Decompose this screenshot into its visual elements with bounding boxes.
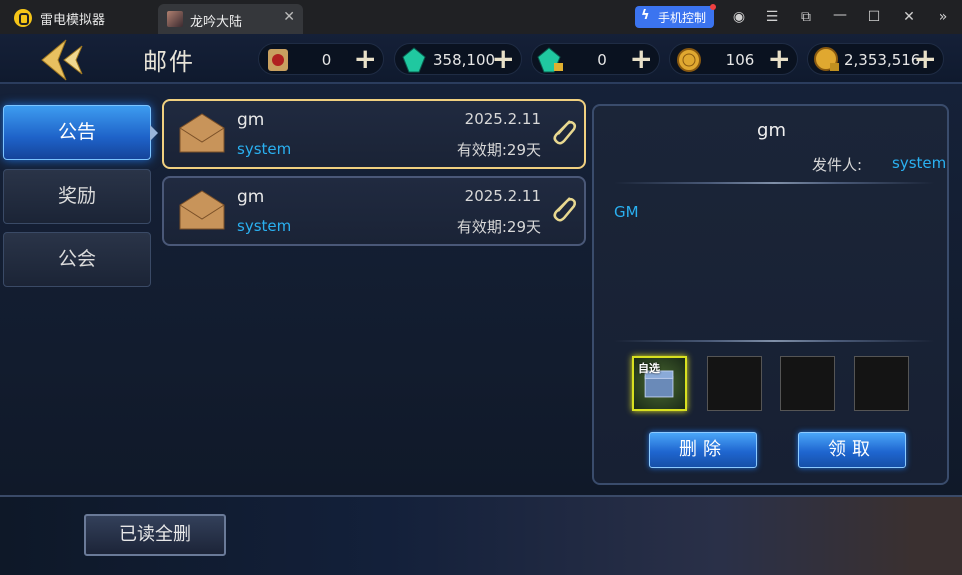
detail-title: gm [757, 120, 786, 141]
locked-gem-icon [537, 47, 563, 73]
phone-control-label: 手机控制 [658, 11, 707, 25]
attachment-slot-empty [854, 356, 909, 411]
attachment-slot-empty [707, 356, 762, 411]
resource-value: 106 [725, 51, 755, 69]
resource-locked-gem: 0 + [531, 43, 660, 75]
divider [614, 340, 934, 342]
phone-control-button[interactable]: ϟ 手机控制 [635, 4, 716, 28]
account-icon[interactable]: ◉ [729, 7, 749, 27]
emulator-name: 雷电模拟器 [40, 13, 106, 28]
green-gem-icon [402, 47, 426, 73]
emulator-window: 雷电模拟器 龙吟大陆 ✕ ϟ 手机控制 ◉ ☰ ⧉ ☐ ✕ » — 邮件 0 +… [0, 0, 962, 575]
attachment-slot[interactable]: 自选 [632, 356, 687, 411]
mail-sender: gm [237, 110, 265, 130]
restore-window-icon[interactable]: ⧉ [796, 7, 816, 27]
resource-gold-coin: 106 + [669, 43, 798, 75]
claim-button[interactable]: 领取 [798, 432, 906, 468]
mail-sender: gm [237, 187, 265, 207]
mail-item[interactable]: gm system 2025.2.11 有效期:29天 [162, 176, 586, 246]
resource-value: 0 [597, 51, 607, 69]
resource-value: 358,100 [433, 51, 496, 69]
add-locked-gem-button[interactable]: + [630, 44, 653, 74]
emulator-logo-icon [14, 9, 32, 27]
resource-green-gem: 358,100 + [394, 43, 522, 75]
page-title: 邮件 [143, 48, 195, 76]
divider [614, 182, 934, 184]
menu-icon[interactable]: ☰ [762, 7, 782, 27]
gold-coin-icon [677, 48, 701, 72]
add-locked-coin-button[interactable]: + [914, 44, 937, 74]
add-gem-button[interactable]: + [492, 44, 515, 74]
tab-rewards[interactable]: 奖励 [3, 169, 151, 224]
tab-label: 奖励 [57, 185, 96, 207]
close-window-icon[interactable]: ✕ [899, 7, 919, 27]
attachment-slot-empty [780, 356, 835, 411]
minimize-icon[interactable]: — [830, 5, 850, 25]
resource-scroll: 0 + [258, 43, 384, 75]
attachment-tag: 自选 [638, 362, 660, 375]
paperclip-icon [553, 120, 577, 145]
mail-item[interactable]: gm system 2025.2.11 有效期:29天 [162, 99, 586, 169]
sender-label: 发件人: [812, 156, 863, 174]
mail-expiry: 有效期:29天 [456, 141, 541, 159]
expand-sidebar-icon[interactable]: » [933, 7, 953, 27]
mail-body: GM [614, 203, 639, 221]
tab-label: 公告 [57, 121, 96, 143]
mail-detail-panel: gm 发件人: system GM 自选 删除 领取 [592, 104, 949, 485]
active-tab-arrow-icon [150, 125, 158, 141]
game-screen: 邮件 0 + 358,100 + 0 + 106 + 2,353,516 + 公… [0, 34, 962, 575]
mail-from: system [237, 140, 292, 158]
envelope-icon [179, 190, 225, 230]
top-bar: 邮件 0 + 358,100 + 0 + 106 + 2,353,516 + [0, 34, 962, 84]
tab-label: 公会 [57, 248, 96, 270]
resource-value: 2,353,516 [844, 51, 921, 69]
add-gold-button[interactable]: + [768, 44, 791, 74]
game-tab[interactable]: 龙吟大陆 ✕ [158, 4, 303, 34]
scroll-icon [268, 49, 288, 71]
resource-locked-coin: 2,353,516 + [807, 43, 944, 75]
bolt-icon: ϟ [641, 8, 650, 23]
locked-coin-icon [814, 47, 839, 71]
tab-announcement[interactable]: 公告 [3, 105, 151, 160]
mail-expiry: 有效期:29天 [456, 218, 541, 236]
game-tab-icon [167, 11, 183, 27]
envelope-icon [179, 113, 225, 153]
close-tab-icon[interactable]: ✕ [283, 9, 295, 25]
add-scroll-button[interactable]: + [354, 44, 377, 74]
notification-dot [710, 4, 716, 10]
mail-from: system [237, 217, 292, 235]
game-tab-title: 龙吟大陆 [190, 15, 243, 30]
back-arrow-icon[interactable] [38, 38, 94, 82]
title-bar: 雷电模拟器 龙吟大陆 ✕ ϟ 手机控制 ◉ ☰ ⧉ ☐ ✕ » — [0, 0, 962, 34]
maximize-icon[interactable]: ☐ [864, 7, 884, 27]
sender-value: system [892, 154, 947, 172]
tab-guild[interactable]: 公会 [3, 232, 151, 287]
mail-date: 2025.2.11 [464, 187, 541, 205]
resource-value: 0 [321, 51, 332, 69]
mail-date: 2025.2.11 [464, 110, 541, 128]
delete-all-read-button[interactable]: 已读全删 [84, 514, 226, 556]
delete-button[interactable]: 删除 [649, 432, 757, 468]
paperclip-icon [553, 197, 577, 222]
